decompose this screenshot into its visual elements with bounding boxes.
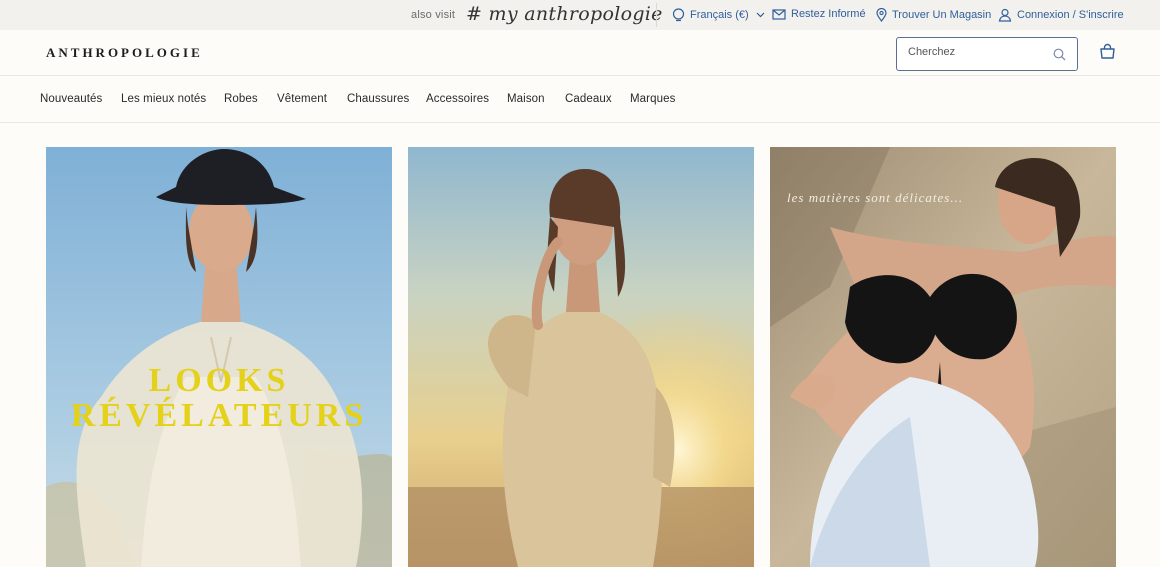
user-icon (998, 8, 1012, 22)
model-photo-mesh-dress (408, 147, 754, 567)
account-label: Connexion / S'inscrire (1017, 9, 1124, 21)
nav-item-cadeaux[interactable]: Cadeaux (565, 93, 612, 105)
nav-item-mieux-notes[interactable]: Les mieux notés (121, 93, 206, 105)
chevron-down-icon (756, 12, 765, 18)
store-locator-label: Trouver Un Magasin (892, 9, 992, 21)
nav-item-chaussures[interactable]: Chaussures (347, 93, 409, 105)
model-photo-trench (46, 147, 392, 567)
promo-tile-looks-revelateurs[interactable]: LOOKS RÉVÉLATEURS (46, 147, 392, 567)
map-pin-icon (876, 8, 887, 22)
promo-tile-lingerie[interactable]: les matières sont délicates... (770, 147, 1116, 567)
store-locator-link[interactable]: Trouver Un Magasin (876, 8, 991, 22)
promo-caption: les matières sont délicates... (787, 190, 964, 205)
model-photo-lace-bralette (770, 147, 1116, 567)
my-anthropologie-link[interactable]: # my anthropologie (466, 3, 663, 25)
also-visit-label: also visit (411, 9, 456, 21)
search-box[interactable] (896, 37, 1078, 71)
language-label: Français (€) (690, 9, 749, 21)
site-logo[interactable]: ANTHROPOLOGIE (46, 45, 203, 61)
search-input[interactable] (908, 46, 1048, 58)
nav-item-robes[interactable]: Robes (224, 93, 258, 105)
utility-bar: also visit # my anthropologie Français (… (0, 0, 1160, 30)
utility-divider (656, 3, 657, 27)
shopping-bag-icon[interactable] (1099, 43, 1116, 60)
globe-pin-icon (672, 8, 685, 22)
nav-item-vetement[interactable]: Vêtement (277, 93, 327, 105)
envelope-icon (772, 8, 786, 20)
search-icon[interactable] (1053, 48, 1066, 61)
nav-item-accessoires[interactable]: Accessoires (426, 93, 489, 105)
newsletter-link[interactable]: Restez Informé (772, 8, 866, 20)
nav-item-maison[interactable]: Maison (507, 93, 545, 105)
promo-tile-sunset-dress[interactable] (408, 147, 754, 567)
promo-headline-line1: LOOKS (148, 362, 290, 399)
nav-item-nouveautes[interactable]: Nouveautés (40, 93, 102, 105)
promo-headline-line2: RÉVÉLATEURS (70, 397, 368, 434)
language-selector[interactable]: Français (€) (672, 8, 770, 22)
account-link[interactable]: Connexion / S'inscrire (998, 8, 1124, 22)
nav-item-marques[interactable]: Marques (630, 93, 675, 105)
site-header: ANTHROPOLOGIE (0, 30, 1160, 76)
main-nav: Nouveautés Les mieux notés Robes Vêtemen… (0, 77, 1160, 123)
newsletter-label: Restez Informé (791, 8, 866, 20)
